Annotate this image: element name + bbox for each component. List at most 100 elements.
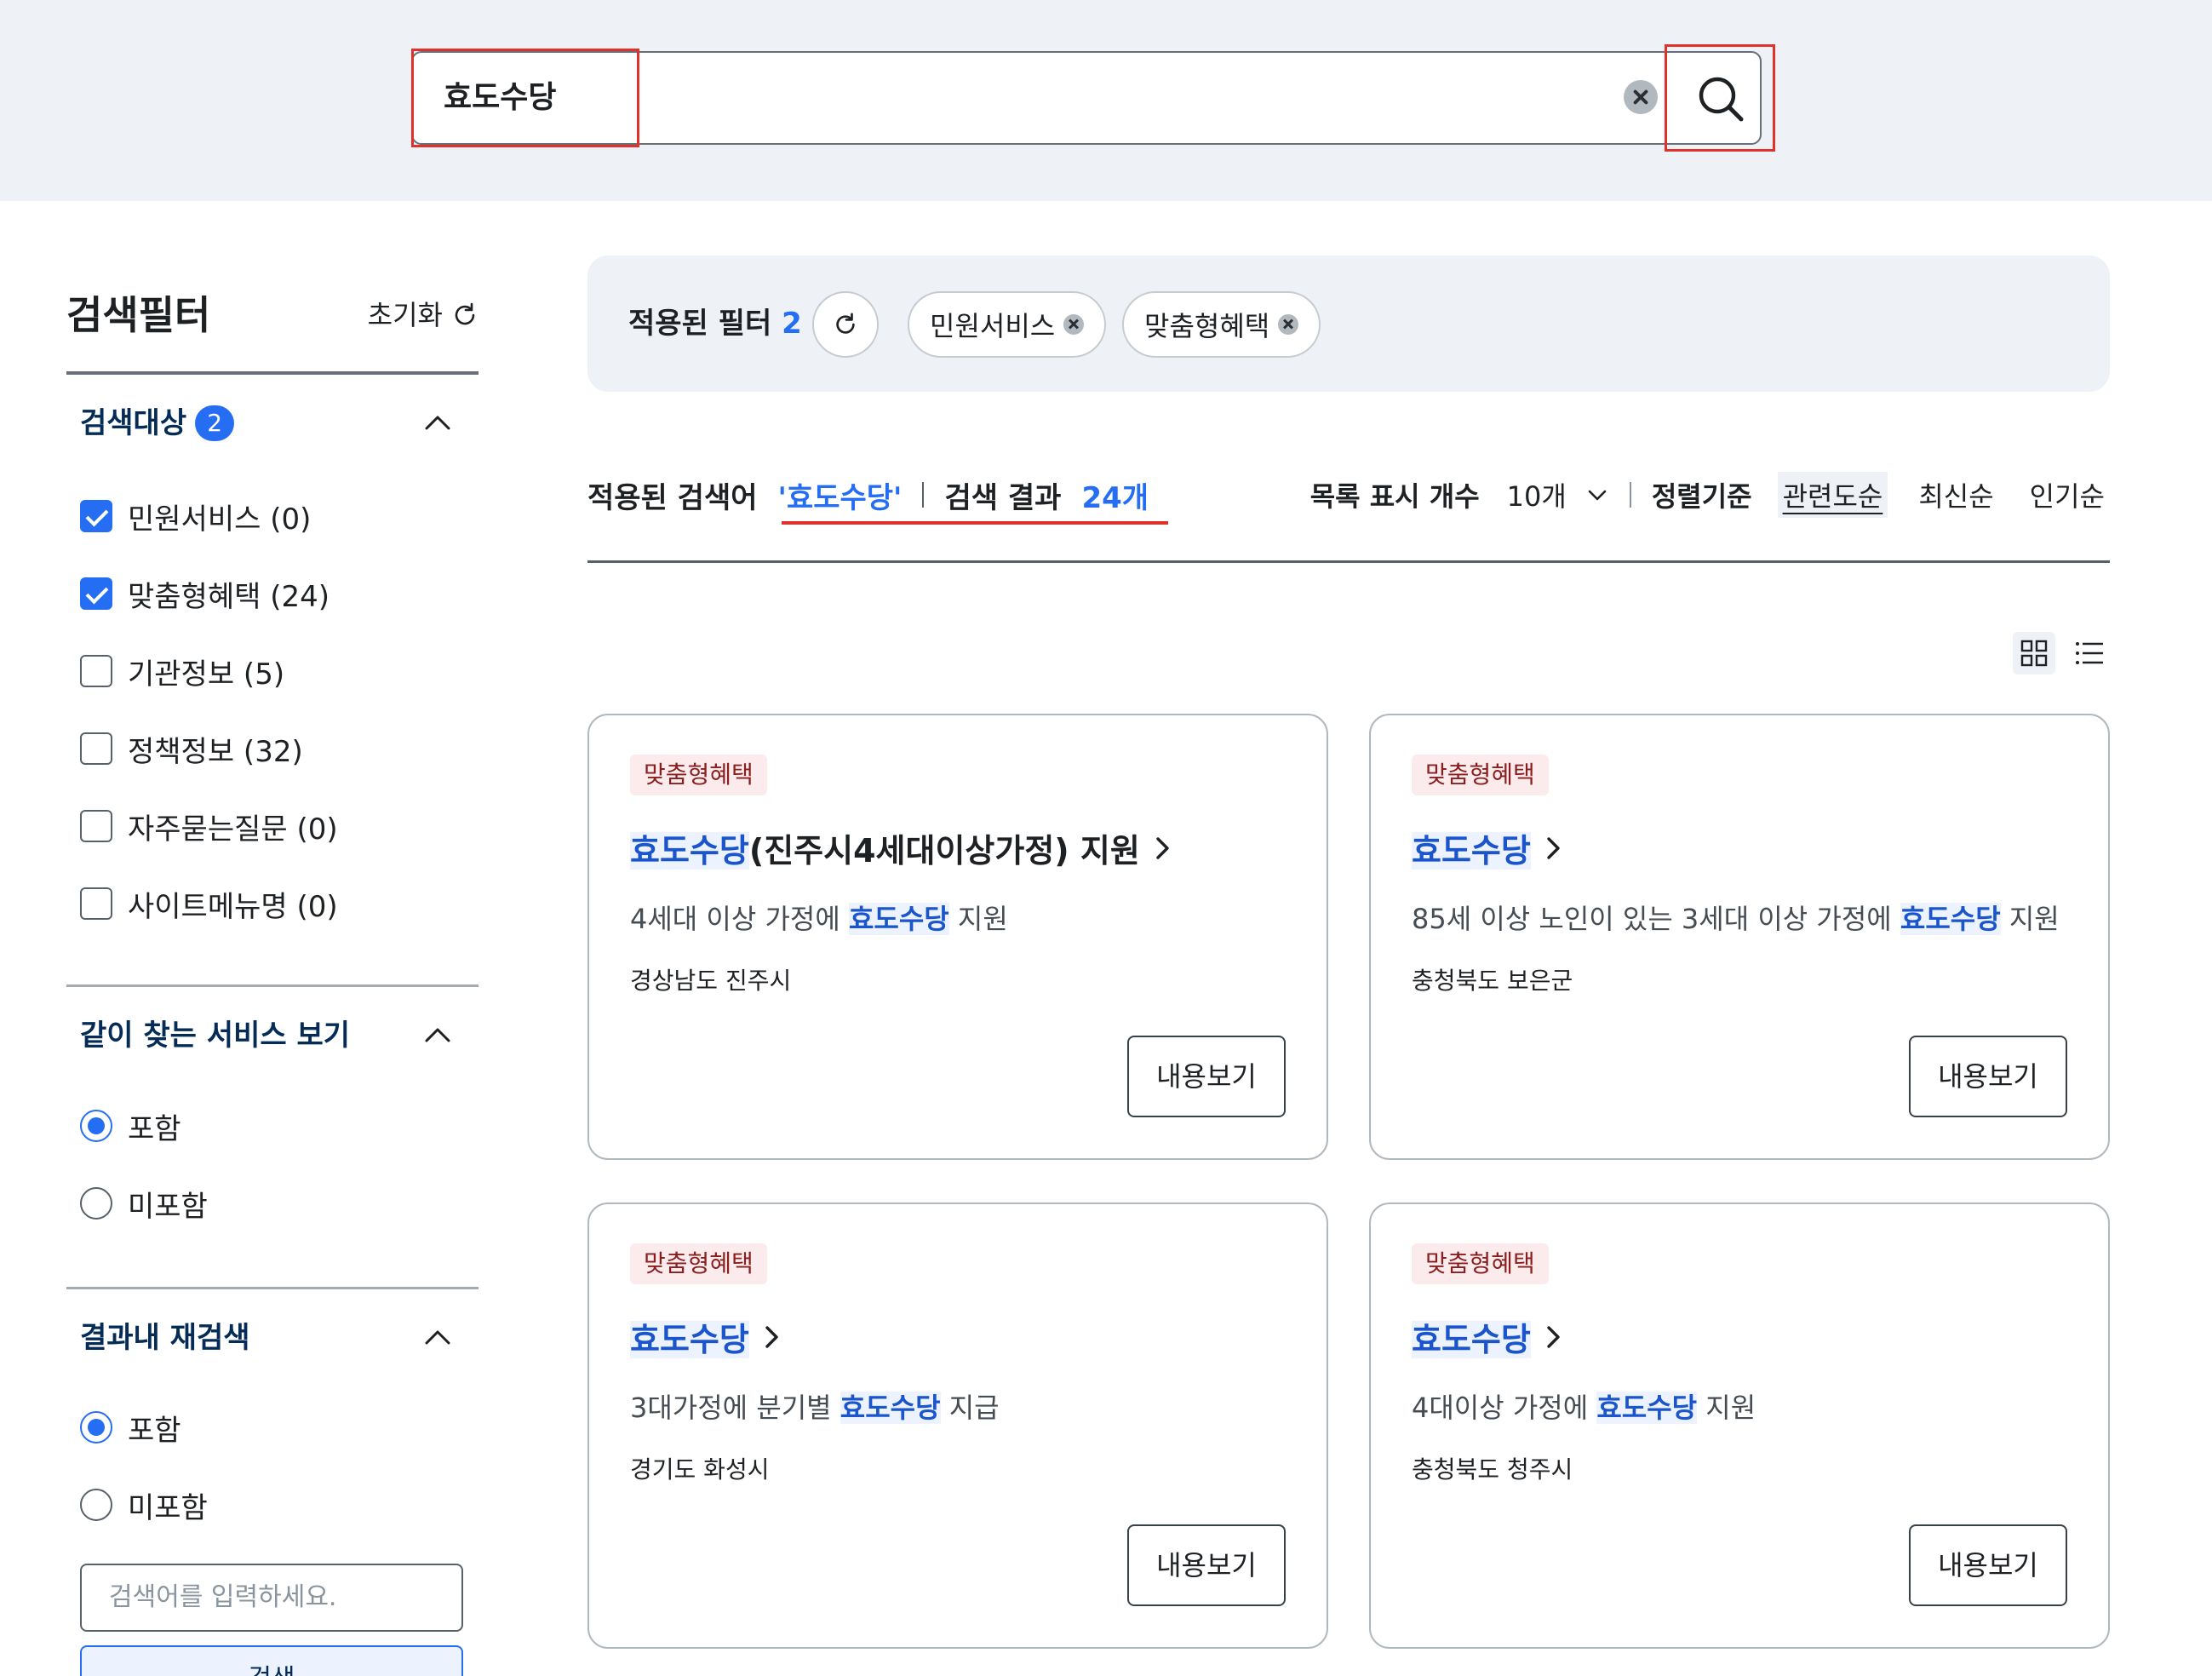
- radio[interactable]: [80, 1187, 112, 1220]
- applied-filter-reset-button[interactable]: [812, 291, 879, 358]
- chevron-right-icon: [1547, 836, 1560, 859]
- target-option-site-menu[interactable]: 사이트메뉴명 (0): [80, 883, 338, 924]
- reset-filter-button[interactable]: 초기화: [368, 290, 479, 341]
- divider: [922, 482, 925, 508]
- title-keyword: 효도수당: [630, 832, 749, 870]
- target-group-title[interactable]: 검색대상 2: [80, 402, 235, 445]
- research-input[interactable]: 검색어를 입력하세요.: [80, 1564, 463, 1632]
- checkbox[interactable]: [80, 655, 112, 687]
- sort-latest[interactable]: 최신순: [1913, 472, 1998, 518]
- card-title-link[interactable]: 효도수당: [630, 1313, 782, 1360]
- applied-keyword: '효도수당': [777, 480, 903, 515]
- grid-view-button[interactable]: [2013, 632, 2055, 674]
- result-card: 맞춤형혜택 효도수당 85세 이상 노인이 있는 3세대 이상 가정에 효도수당…: [1369, 714, 2110, 1160]
- checkbox[interactable]: [80, 887, 112, 920]
- option-label: 자주묻는질문 (0): [128, 812, 338, 847]
- clear-icon[interactable]: [1624, 80, 1658, 114]
- list-view-button[interactable]: [2067, 632, 2110, 674]
- target-option-custom-benefit[interactable]: 맞춤형혜택 (24): [80, 573, 330, 614]
- view-detail-button[interactable]: 내용보기: [1909, 1524, 2067, 1606]
- sidebar-title: 검색필터: [66, 292, 211, 338]
- related-option-include[interactable]: 포함: [80, 1105, 181, 1146]
- group-divider: [66, 1287, 479, 1289]
- results-highlight-underline: [782, 521, 1168, 525]
- result-card: 맞춤형혜택 효도수당 3대가정에 분기별 효도수당 지급 경기도 화성시 내용보…: [587, 1202, 1328, 1649]
- desc-keyword: 효도수당: [1900, 903, 2001, 935]
- applied-keyword-label: 적용된 검색어: [587, 480, 758, 515]
- option-label: 사이트메뉴명 (0): [128, 889, 338, 924]
- list-view-icon: [2076, 642, 2103, 664]
- search-icon: [1699, 77, 1744, 122]
- result-count: 24개: [1081, 480, 1149, 515]
- research-submit-button[interactable]: 검색: [80, 1645, 463, 1676]
- related-group-label: 같이 찾는 서비스 보기: [80, 1019, 351, 1053]
- target-option-civil-service[interactable]: 민원서비스 (0): [80, 496, 311, 537]
- filter-chip-custom-benefit[interactable]: 맞춤형혜택: [1122, 291, 1321, 358]
- grid-view-icon: [2020, 640, 2048, 667]
- card-title-link[interactable]: 효도수당(진주시4세대이상가정) 지원: [630, 824, 1172, 871]
- chevron-down-icon: [1588, 490, 1607, 501]
- checkbox[interactable]: [80, 810, 112, 842]
- title-keyword: 효도수당: [630, 1321, 749, 1358]
- target-option-policy-info[interactable]: 정책정보 (32): [80, 728, 303, 769]
- option-label: 미포함: [128, 1189, 208, 1224]
- desc-text: 85세 이상 노인이 있는 3세대 이상 가정에: [1412, 903, 1900, 935]
- view-detail-button[interactable]: 내용보기: [1909, 1036, 2067, 1117]
- filter-chip-civil-service[interactable]: 민원서비스: [908, 291, 1107, 358]
- search-query-text[interactable]: 효도수당: [444, 53, 556, 143]
- checkbox-checked[interactable]: [80, 500, 112, 532]
- target-count-badge: 2: [195, 405, 235, 441]
- card-title-link[interactable]: 효도수당: [1412, 824, 1563, 871]
- applied-filter-text: 적용된 필터: [628, 307, 772, 341]
- chevron-up-icon[interactable]: [422, 1323, 453, 1353]
- divider: [1629, 482, 1631, 508]
- chevron-up-icon[interactable]: [422, 408, 453, 439]
- option-label: 민원서비스 (0): [128, 502, 312, 537]
- search-button[interactable]: [1680, 53, 1762, 143]
- per-page-select[interactable]: 10개: [1507, 475, 1609, 514]
- desc-text: 지원: [1697, 1392, 1756, 1424]
- remove-chip-icon[interactable]: [1278, 314, 1299, 335]
- card-region: 충청북도 보은군: [1412, 967, 1573, 995]
- checkbox[interactable]: [80, 732, 112, 765]
- view-detail-button[interactable]: 내용보기: [1127, 1036, 1286, 1117]
- title-rest: (진주시4세대이상가정) 지원: [748, 832, 1140, 870]
- sort-popular[interactable]: 인기순: [2025, 472, 2110, 518]
- related-option-exclude[interactable]: 미포함: [80, 1183, 208, 1224]
- checkbox-checked[interactable]: [80, 577, 112, 610]
- target-group-label: 검색대상: [80, 406, 187, 440]
- group-divider: [66, 984, 479, 987]
- sidebar-header: 검색필터 초기화: [66, 290, 479, 341]
- chevron-right-icon: [1547, 1325, 1560, 1348]
- target-option-faq[interactable]: 자주묻는질문 (0): [80, 806, 338, 847]
- radio[interactable]: [80, 1489, 112, 1521]
- chevron-up-icon[interactable]: [422, 1020, 453, 1051]
- radio-selected[interactable]: [80, 1411, 112, 1444]
- research-group-title[interactable]: 결과내 재검색: [80, 1317, 250, 1359]
- option-label: 맞춤형혜택 (24): [128, 579, 330, 614]
- card-region: 경상남도 진주시: [630, 967, 792, 995]
- title-keyword: 효도수당: [1412, 832, 1531, 870]
- card-description: 4세대 이상 가정에 효도수당 지원: [630, 898, 1008, 937]
- per-page-value: 10개: [1506, 480, 1567, 513]
- applied-filter-label: 적용된 필터 2: [628, 255, 802, 392]
- desc-keyword: 효도수당: [848, 903, 949, 935]
- card-description: 4대이상 가정에 효도수당 지원: [1412, 1386, 1756, 1426]
- applied-filter-count: 2: [782, 307, 802, 341]
- per-page-label: 목록 표시 개수: [1309, 480, 1480, 513]
- target-option-agency-info[interactable]: 기관정보 (5): [80, 651, 284, 692]
- sort-relevance[interactable]: 관련도순: [1777, 472, 1888, 518]
- search-field[interactable]: 효도수당: [411, 51, 1762, 145]
- research-option-include[interactable]: 포함: [80, 1407, 181, 1448]
- radio-selected[interactable]: [80, 1110, 112, 1142]
- desc-text: 4대이상 가정에: [1412, 1392, 1597, 1424]
- related-group-title[interactable]: 같이 찾는 서비스 보기: [80, 1014, 350, 1057]
- card-title-link[interactable]: 효도수당: [1412, 1313, 1563, 1360]
- category-tag: 맞춤형혜택: [1412, 1243, 1549, 1284]
- research-option-exclude[interactable]: 미포함: [80, 1484, 208, 1525]
- desc-text: 지급: [940, 1392, 1000, 1424]
- results-summary: 적용된 검색어 '효도수당' 검색 결과 24개: [587, 467, 1149, 523]
- desc-keyword: 효도수당: [840, 1392, 941, 1424]
- view-detail-button[interactable]: 내용보기: [1127, 1524, 1286, 1606]
- remove-chip-icon[interactable]: [1063, 314, 1085, 335]
